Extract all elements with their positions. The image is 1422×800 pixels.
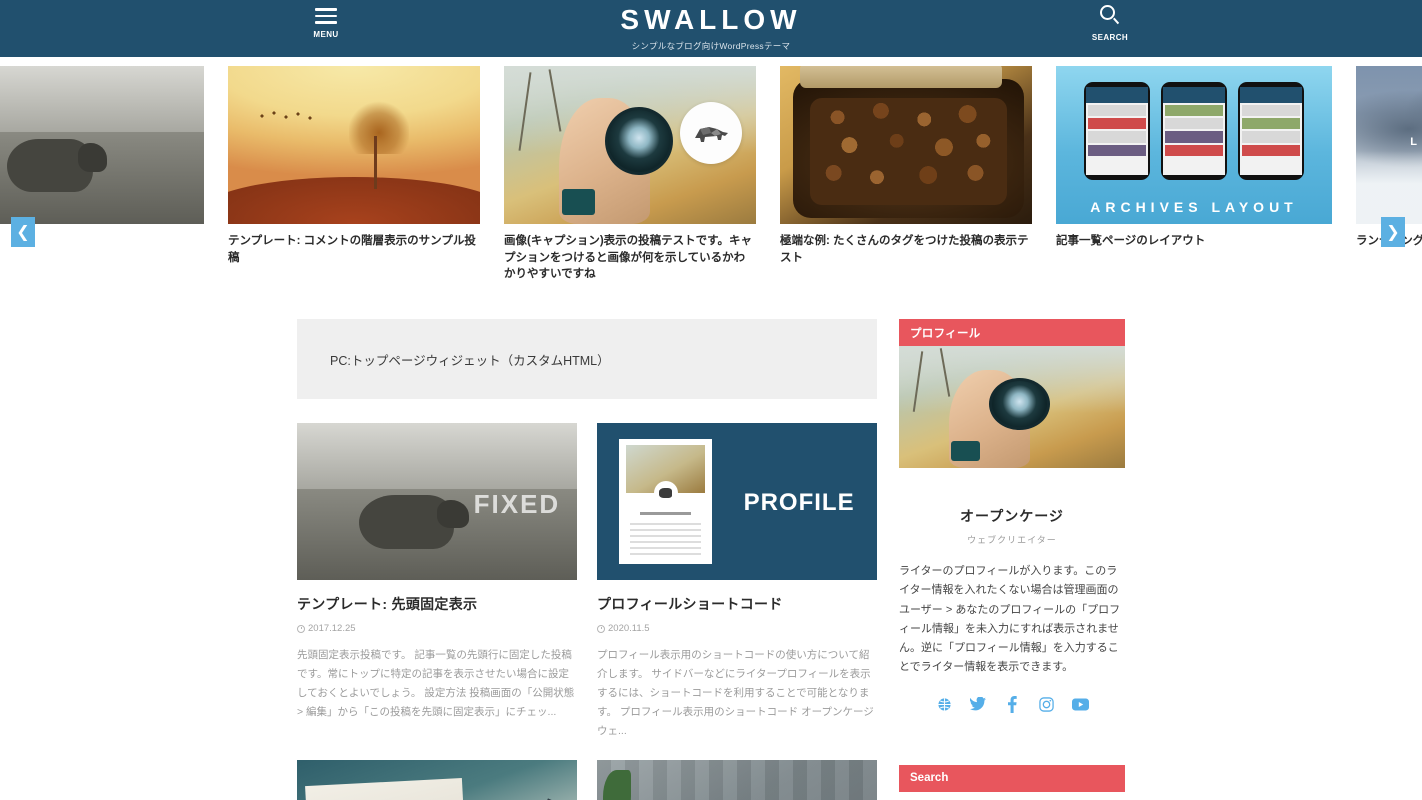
clock-icon: [297, 624, 305, 633]
carousel-slide[interactable]: ARCHIVES LAYOUT 記事一覧ページのレイアウト: [1056, 66, 1332, 283]
profile-role: ウェブクリエイター: [967, 535, 1057, 545]
profile-shortcode-graphic: PROFILE: [597, 423, 877, 580]
carousel-track: テンプレート: コメントの階層表示のサンプル投稿 画像(キャプション)表示の投稿…: [0, 66, 1422, 283]
top-page-widget-text: PC:トップページウィジェット（カスタムHTML）: [330, 353, 610, 368]
search-label: SEARCH: [1091, 33, 1129, 42]
hamburger-icon: [315, 8, 337, 24]
twitter-icon[interactable]: [970, 696, 987, 713]
site-tagline: シンプルなブログ向けWordPressテーマ: [631, 40, 791, 51]
carousel-slide[interactable]: [0, 66, 204, 283]
coffee-beans-photo: [780, 66, 1032, 224]
post-card[interactable]: SHORT CODE: [297, 760, 577, 800]
website-icon[interactable]: [936, 696, 953, 713]
rhino-photo: FIXED: [297, 423, 577, 580]
search-widget-title: Search: [910, 772, 949, 784]
landing-overlay-subtitle: ランディングページの表示サンプル: [1356, 153, 1422, 161]
slide-thumbnail: LANDING PAGE ランディングページの表示サンプル 画像サイズ:1000…: [1356, 66, 1422, 224]
slide-title[interactable]: 極端な例: たくさんのタグをつけた投稿の表示テスト: [780, 233, 1032, 266]
post-card[interactable]: PROFILE プロフィールショートコード 2020.11.5 プロフィール表示…: [597, 423, 877, 740]
slide-thumbnail: [780, 66, 1032, 224]
carousel-slide[interactable]: テンプレート: コメントの階層表示のサンプル投稿: [228, 66, 480, 283]
post-excerpt: 先頭固定表示投稿です。 記事一覧の先頭行に固定した投稿です。常にトップに特定の記…: [297, 649, 575, 718]
post-card[interactable]: SHORT CODE ACCORDION: [597, 760, 877, 800]
instagram-icon[interactable]: [1038, 696, 1055, 713]
post-thumbnail[interactable]: PROFILE: [597, 423, 877, 580]
profile-widget-header: プロフィール: [899, 319, 1125, 346]
site-header: MENU SWALLOW シンプルなブログ向けWordPressテーマ SEAR…: [0, 0, 1422, 57]
slide-thumbnail: ARCHIVES LAYOUT: [1056, 66, 1332, 224]
landing-overlay-title: LANDING PAGE: [1410, 135, 1422, 148]
landing-page-photo: LANDING PAGE ランディングページの表示サンプル 画像サイズ:1000…: [1356, 66, 1422, 224]
post-title[interactable]: プロフィールショートコード: [597, 594, 877, 614]
search-widget-header: Search: [899, 764, 1125, 792]
thumbnail-overlay-text: PROFILE: [743, 488, 855, 516]
profile-bio: ライターのプロフィールが入ります。このライター情報を入れたくない場合は管理画面の…: [899, 565, 1121, 674]
facebook-icon[interactable]: [1004, 695, 1021, 713]
post-thumbnail[interactable]: FIXED: [297, 423, 577, 580]
youtube-icon[interactable]: [1071, 696, 1089, 713]
post-excerpt: プロフィール表示用のショートコードの使い方について紹介します。 サイドバーなどに…: [597, 649, 874, 737]
carousel-slide[interactable]: 極端な例: たくさんのタグをつけた投稿の表示テスト: [780, 66, 1032, 283]
search-button[interactable]: SEARCH: [1080, 4, 1140, 42]
site-title: SWALLOW: [620, 3, 802, 35]
post-grid: FIXED テンプレート: 先頭固定表示 2017.12.25 先頭固定表示投稿…: [297, 423, 877, 800]
landing-overlay-note: 画像サイズ:1000px × 1000px(サイトでの最大表示幅:1100px): [1356, 205, 1422, 211]
post-date-text: 2017.12.25: [308, 623, 356, 634]
tree-illustration: [228, 66, 480, 224]
sidebar: プロフィール オープンケージ ウェブクリエイター ライターのプロフィールが入りま…: [680, 102, 1125, 800]
post-date: 2020.11.5: [597, 623, 877, 634]
post-date-text: 2020.11.5: [608, 623, 650, 634]
slide-thumbnail: [0, 66, 204, 224]
site-branding: SWALLOW シンプルなブログ向けWordPressテーマ: [620, 3, 802, 52]
carousel-prev-button[interactable]: ❮: [11, 217, 35, 247]
featured-carousel: ❮ ❯ テンプレート: コメントの階層表示のサンプル投稿 画像(キャプション)表…: [0, 57, 1422, 310]
profile-social-links: [899, 695, 1125, 713]
archives-overlay-text: ARCHIVES LAYOUT: [1090, 198, 1298, 215]
thumbnail-overlay-text: FIXED: [473, 488, 561, 519]
slide-title[interactable]: 記事一覧ページのレイアウト: [1056, 233, 1332, 250]
main-content: PC:トップページウィジェット（カスタムHTML） FIXED テンプレート: …: [297, 319, 877, 800]
post-card[interactable]: FIXED テンプレート: 先頭固定表示 2017.12.25 先頭固定表示投稿…: [297, 423, 577, 740]
page-body: PC:トップページウィジェット（カスタムHTML） FIXED テンプレート: …: [0, 102, 1422, 800]
search-icon: [1099, 5, 1121, 27]
profile-widget-title: プロフィール: [910, 327, 981, 340]
avatar: [680, 102, 742, 164]
shortcode-photo: SHORT CODE: [297, 760, 577, 800]
slide-title[interactable]: 画像(キャプション)表示の投稿テストです。キャプションをつけると画像が何を示して…: [504, 233, 756, 283]
menu-label: MENU: [313, 29, 339, 39]
post-thumbnail[interactable]: SHORT CODE: [297, 760, 577, 800]
profile-name: オープンケージ: [960, 508, 1064, 524]
carousel-slide[interactable]: 画像(キャプション)表示の投稿テストです。キャプションをつけると画像が何を示して…: [504, 66, 756, 283]
rhino-avatar-icon: [695, 127, 728, 142]
slide-thumbnail: [228, 66, 480, 224]
profile-cover-photo: [899, 346, 1125, 468]
carousel-next-button[interactable]: ❯: [1381, 217, 1405, 247]
slide-title[interactable]: テンプレート: コメントの階層表示のサンプル投稿: [228, 233, 480, 266]
post-title[interactable]: テンプレート: 先頭固定表示: [297, 594, 577, 614]
top-page-widget: PC:トップページウィジェット（カスタムHTML）: [297, 319, 877, 399]
carousel-slide[interactable]: LANDING PAGE ランディングページの表示サンプル 画像サイズ:1000…: [1356, 66, 1422, 283]
archives-layout-graphic: ARCHIVES LAYOUT: [1056, 66, 1332, 224]
menu-button[interactable]: MENU: [296, 4, 356, 39]
post-date: 2017.12.25: [297, 623, 577, 634]
clock-icon: [597, 624, 605, 633]
accordion-photo: SHORT CODE ACCORDION: [597, 760, 877, 800]
post-thumbnail[interactable]: SHORT CODE ACCORDION: [597, 760, 877, 800]
